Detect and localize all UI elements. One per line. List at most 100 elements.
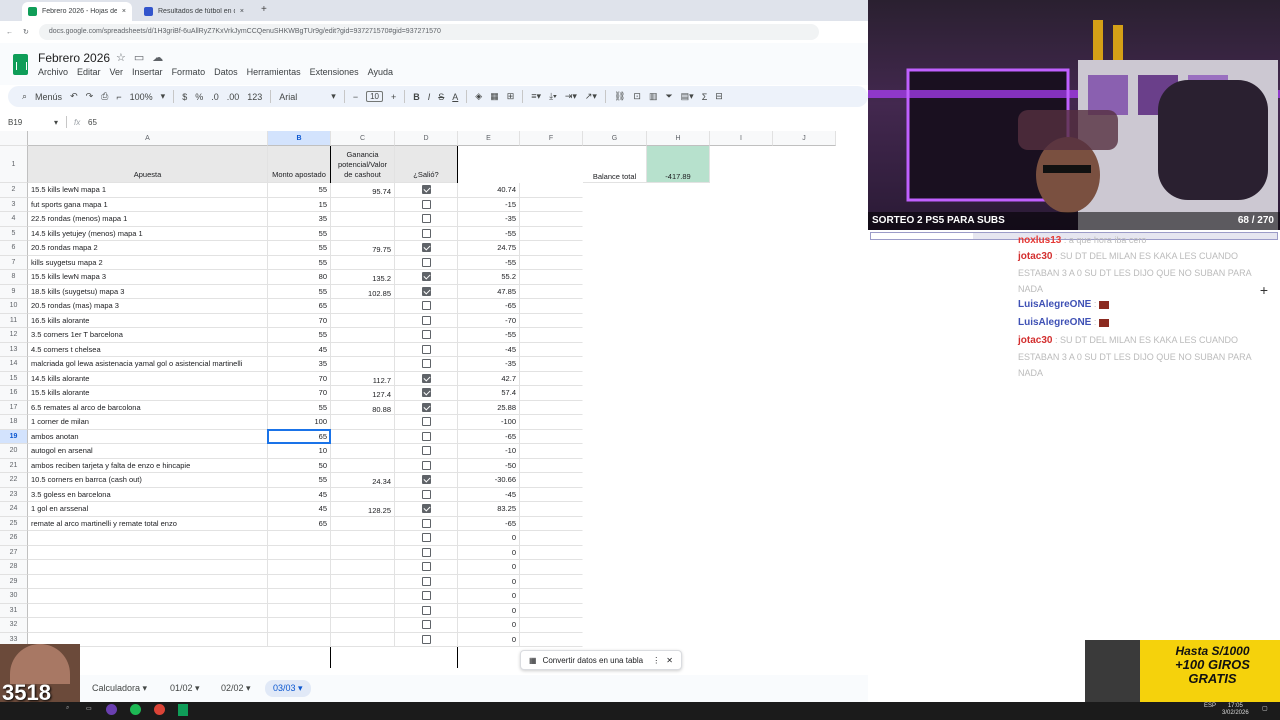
chrome-icon[interactable] <box>154 704 165 715</box>
empty-cell[interactable] <box>773 183 836 198</box>
close-icon[interactable]: ✕ <box>666 656 673 665</box>
payout-cell[interactable]: 135.2 <box>331 270 395 285</box>
empty-cell[interactable] <box>583 372 647 387</box>
row-header[interactable]: 23 <box>0 487 28 502</box>
row-header[interactable]: 29 <box>0 574 28 589</box>
formula-input[interactable]: 65 <box>88 118 97 127</box>
profit-cell[interactable]: 0 <box>458 560 520 575</box>
empty-cell[interactable] <box>647 270 710 285</box>
result-cell[interactable] <box>395 328 458 343</box>
profit-cell[interactable]: 0 <box>458 531 520 546</box>
result-cell[interactable] <box>395 386 458 401</box>
empty-cell[interactable] <box>710 183 773 198</box>
empty-cell[interactable] <box>773 285 836 300</box>
close-icon[interactable]: × <box>122 8 126 15</box>
empty-cell[interactable] <box>520 430 583 444</box>
chat-username[interactable]: LuisAlegreONE <box>1018 299 1091 310</box>
chevron-down-icon[interactable]: ▾ <box>244 683 251 693</box>
empty-cell[interactable] <box>773 589 836 604</box>
search-menus-icon[interactable]: ⌕ <box>22 91 27 102</box>
empty-cell[interactable] <box>647 488 710 503</box>
empty-cell[interactable] <box>583 604 647 619</box>
empty-cell[interactable] <box>773 227 836 242</box>
empty-cell[interactable] <box>647 546 710 561</box>
empty-cell[interactable] <box>520 575 583 589</box>
amount-cell[interactable]: 45 <box>268 487 331 502</box>
empty-cell[interactable] <box>773 633 836 648</box>
empty-cell[interactable] <box>773 575 836 590</box>
amount-cell[interactable]: 70 <box>268 313 331 328</box>
result-cell[interactable] <box>395 618 458 633</box>
select-all-corner[interactable] <box>0 131 28 146</box>
app-icon[interactable] <box>106 704 117 715</box>
functions-icon[interactable]: Σ <box>702 92 708 102</box>
amount-cell[interactable]: 55 <box>268 226 331 241</box>
empty-cell[interactable] <box>773 560 836 575</box>
empty-cell[interactable] <box>647 328 710 343</box>
empty-cell[interactable] <box>647 357 710 372</box>
empty-cell[interactable] <box>520 227 583 241</box>
result-cell[interactable] <box>395 284 458 299</box>
empty-cell[interactable] <box>647 531 710 546</box>
result-cell[interactable] <box>395 415 458 430</box>
percent-format-button[interactable]: % <box>195 92 203 102</box>
empty-cell[interactable] <box>710 270 773 285</box>
payout-cell[interactable] <box>331 487 395 502</box>
profit-cell[interactable]: 83.25 <box>458 502 520 517</box>
empty-cell[interactable] <box>520 415 583 430</box>
move-folder-icon[interactable]: ▭ <box>134 51 144 64</box>
paint-format-icon[interactable]: ⌐ <box>116 92 121 102</box>
empty-cell[interactable] <box>710 328 773 343</box>
payout-cell[interactable] <box>331 531 395 546</box>
result-checkbox[interactable] <box>422 518 431 528</box>
result-cell[interactable] <box>395 255 458 270</box>
empty-cell[interactable] <box>647 517 710 532</box>
amount-cell[interactable]: 70 <box>268 371 331 386</box>
close-icon[interactable]: × <box>240 8 244 15</box>
row-header[interactable]: 31 <box>0 603 28 618</box>
profit-cell[interactable]: -55 <box>458 255 520 270</box>
empty-cell[interactable] <box>773 372 836 387</box>
profit-cell[interactable]: 0 <box>458 574 520 589</box>
zoom-select[interactable]: 100% <box>130 92 153 102</box>
payout-cell[interactable] <box>331 632 395 647</box>
profit-cell[interactable]: 57.4 <box>458 386 520 401</box>
print-icon[interactable]: ⎙ <box>101 91 108 102</box>
bet-cell[interactable] <box>28 560 268 575</box>
empty-cell[interactable] <box>583 430 647 445</box>
convert-table-button[interactable]: Convertir datos en una tabla <box>543 656 644 665</box>
profit-cell[interactable]: 0 <box>458 589 520 604</box>
empty-cell[interactable] <box>583 357 647 372</box>
empty-cell[interactable] <box>583 546 647 561</box>
more-options-icon[interactable]: ⋮ <box>652 656 660 665</box>
insert-chart-icon[interactable]: ▥ <box>649 91 658 102</box>
sheet-tab[interactable]: Calculadora ▾ <box>84 680 155 697</box>
empty-cell[interactable] <box>773 604 836 619</box>
payout-cell[interactable] <box>331 429 395 444</box>
empty-cell[interactable] <box>710 212 773 227</box>
profit-cell[interactable]: 25.88 <box>458 400 520 415</box>
result-cell[interactable] <box>395 531 458 546</box>
empty-cell[interactable] <box>520 459 583 473</box>
chat-username[interactable]: LuisAlegreONE <box>1018 317 1091 328</box>
result-cell[interactable] <box>395 589 458 604</box>
empty-cell[interactable] <box>647 430 710 445</box>
empty-cell[interactable] <box>520 198 583 212</box>
bet-cell[interactable] <box>28 574 268 589</box>
row-header[interactable]: 3 <box>0 197 28 212</box>
empty-cell[interactable] <box>583 488 647 503</box>
menu-item[interactable]: Datos <box>214 67 238 77</box>
result-cell[interactable] <box>395 560 458 575</box>
row-header[interactable]: 4 <box>0 212 28 227</box>
empty-cell[interactable] <box>520 183 583 198</box>
column-header[interactable]: B <box>268 131 331 146</box>
empty-cell[interactable] <box>710 241 773 256</box>
result-checkbox[interactable] <box>422 286 431 296</box>
back-icon[interactable]: ← <box>6 29 13 36</box>
balance-value[interactable]: -417.89 <box>647 146 710 183</box>
font-size-input[interactable]: 10 <box>366 91 383 102</box>
menu-item[interactable]: Ayuda <box>368 67 393 77</box>
empty-cell[interactable] <box>647 198 710 213</box>
empty-cell[interactable] <box>647 212 710 227</box>
bet-cell[interactable]: 20.5 rondas mapa 2 <box>28 241 268 256</box>
